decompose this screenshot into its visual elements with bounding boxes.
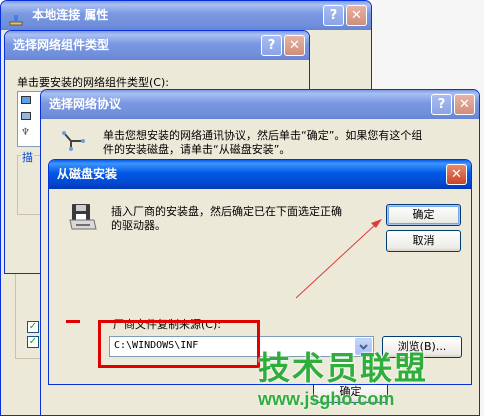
help-button[interactable]: ? [261,35,282,56]
watermark-url: www.jsgho.com [258,389,395,409]
win1-title: 本地连接 属性 [32,8,109,22]
close-button[interactable]: ✕ [284,35,305,56]
network-icon [9,9,23,25]
client-icon [21,96,31,104]
floppy-drive-icon [68,202,98,232]
ok-button[interactable]: 确定 [386,204,461,226]
win2-title: 选择网络组件类型 [13,38,110,52]
protocol-icon: ♆ [21,127,30,138]
help-button[interactable]: ? [323,5,344,26]
component-type-prompt: 单击要安装的网络组件类型(C): [17,76,169,89]
insert-disk-message-line2: 的驱动器。 [111,219,166,232]
close-button[interactable]: ✕ [346,5,367,26]
win3-title: 选择网络协议 [49,97,122,111]
highlight-box [98,320,260,368]
win4-title: 从磁盘安装 [57,167,118,181]
groupbox-frame [15,269,43,359]
close-button[interactable]: ✕ [454,94,475,115]
highlight-dash [66,320,80,323]
cancel-button[interactable]: 取消 [386,230,461,252]
protocol-icon [61,127,87,153]
win2-titlebar[interactable]: 选择网络组件类型 ? ✕ [5,31,309,60]
watermark: 技术员联盟 www.jsgho.com [258,350,438,414]
service-icon [21,112,31,120]
win3-titlebar[interactable]: 选择网络协议 ? ✕ [41,90,479,119]
protocol-description-line2: 件的安装磁盘，请单击“从磁盘安装”。 [103,143,291,156]
win1-titlebar[interactable]: 本地连接 属性 ? ✕ [1,1,371,30]
win4-titlebar[interactable]: 从磁盘安装 ✕ [49,160,471,189]
close-button[interactable]: ✕ [446,164,467,185]
description-label: 描 [21,149,34,165]
watermark-title: 技术员联盟 [258,349,429,387]
help-button[interactable]: ? [431,94,452,115]
